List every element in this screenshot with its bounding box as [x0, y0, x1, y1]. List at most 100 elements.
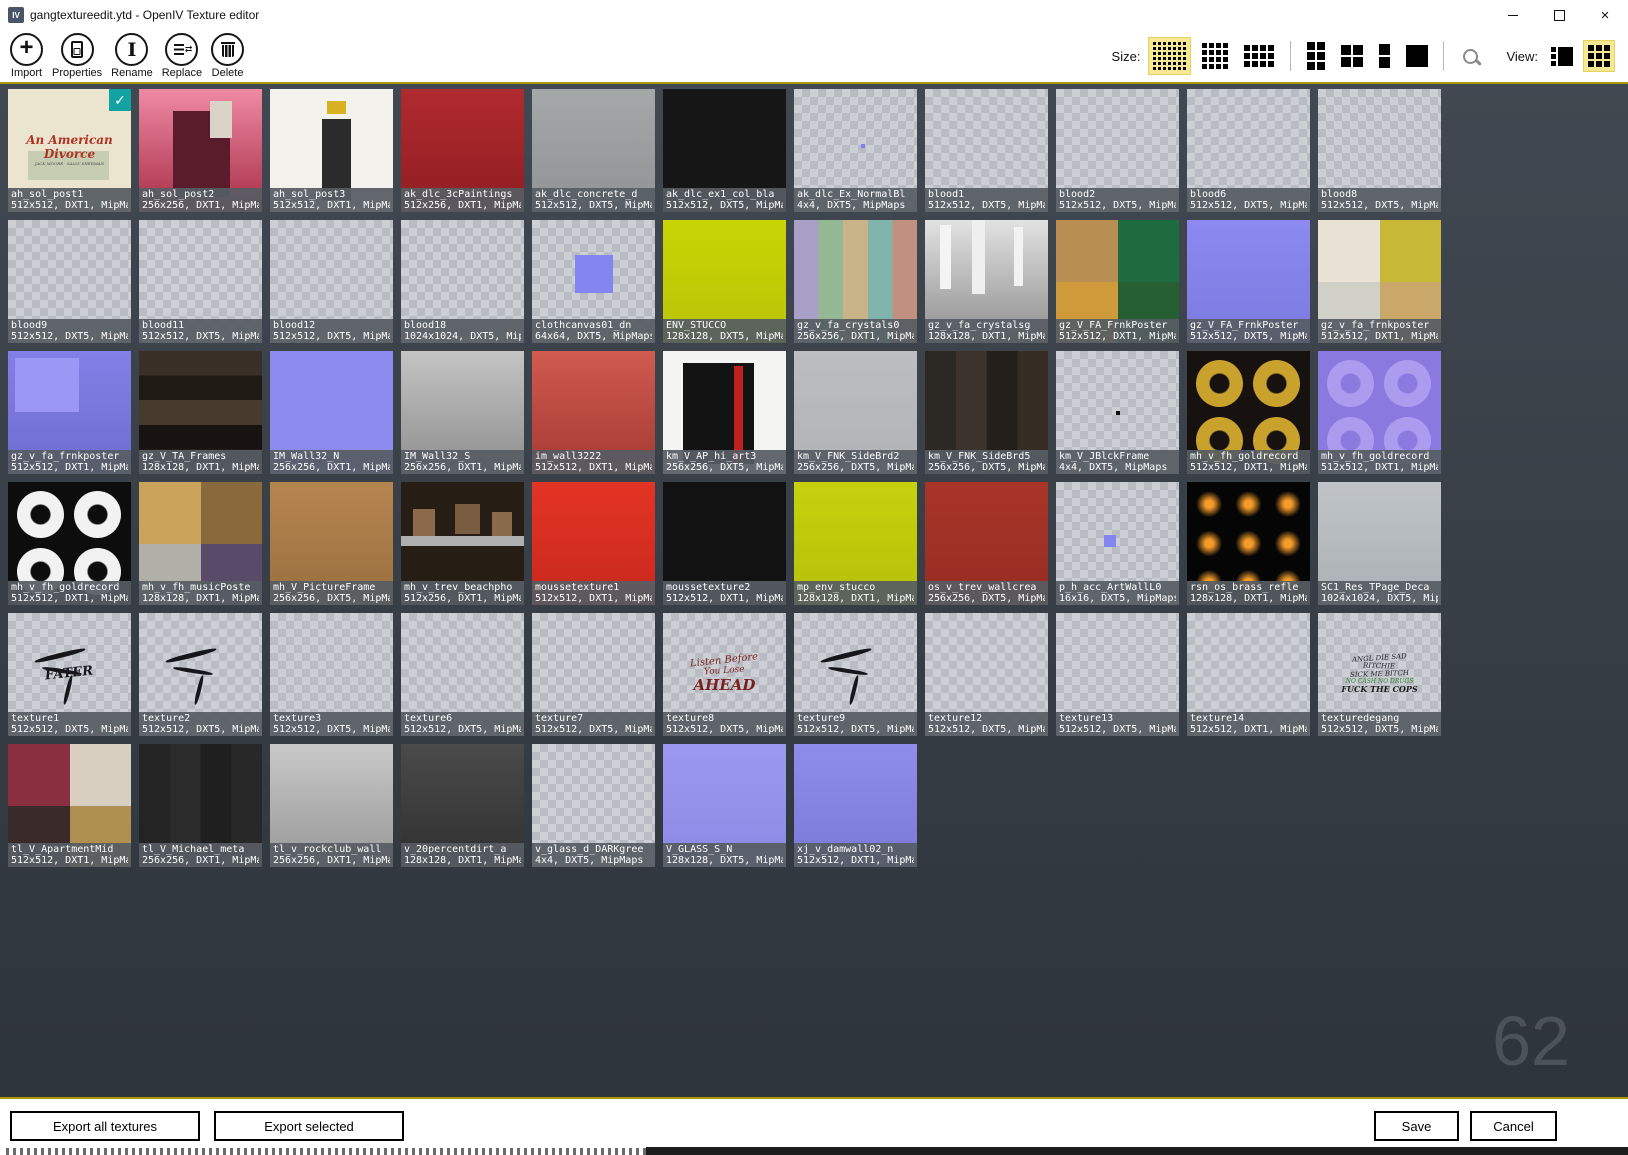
- size-large-option[interactable]: [1303, 38, 1329, 74]
- tile-caption: texturedegang512x512, DXT5, MipMaps: [1318, 712, 1441, 736]
- texture-tile[interactable]: texture9512x512, DXT5, MipMaps: [794, 613, 917, 736]
- texture-tile[interactable]: tl_v_rockclub_wall256x256, DXT1, MipMaps: [270, 744, 393, 867]
- texture-tile[interactable]: tl_V_ApartmentMid512x512, DXT1, MipMaps: [8, 744, 131, 867]
- texture-tile[interactable]: texture6512x512, DXT5, MipMaps: [401, 613, 524, 736]
- rename-button[interactable]: IRename: [111, 33, 153, 79]
- texture-name: blood18: [404, 320, 521, 331]
- texture-tile[interactable]: mh_V_PictureFrame256x256, DXT5, MipMaps: [270, 482, 393, 605]
- texture-tile[interactable]: texture7512x512, DXT5, MipMaps: [532, 613, 655, 736]
- search-button[interactable]: [1457, 43, 1483, 69]
- texture-tile[interactable]: ak_dlc_ex1_col_bla512x512, DXT5, MipMaps: [663, 89, 786, 212]
- texture-tile[interactable]: ah_sol_post3512x512, DXT1, MipMaps: [270, 89, 393, 212]
- texture-tile[interactable]: os_v_trev_wallcrea256x256, DXT5, MipMaps: [925, 482, 1048, 605]
- delete-button[interactable]: Delete: [211, 33, 244, 79]
- status-text-ticks: [6, 1148, 646, 1155]
- texture-tile[interactable]: p_h_acc_ArtWallL016x16, DXT5, MipMaps: [1056, 482, 1179, 605]
- texture-tile[interactable]: IM_Wall32_N256x256, DXT1, MipMaps: [270, 351, 393, 474]
- texture-tile[interactable]: blood181024x1024, DXT5, MipMaps: [401, 220, 524, 343]
- tile-caption: mh_v_fh_goldrecord512x512, DXT1, MipMaps: [8, 581, 131, 605]
- tile-caption: moussetexture2512x512, DXT1, MipMaps: [663, 581, 786, 605]
- texture-tile[interactable]: texture3512x512, DXT5, MipMaps: [270, 613, 393, 736]
- properties-icon: [61, 33, 94, 66]
- texture-tile[interactable]: ANGL DIE SADRITCHIESICK ME BITCHNO CASH …: [1318, 613, 1441, 736]
- view-details-button[interactable]: [1547, 43, 1577, 70]
- texture-tile[interactable]: Listen BeforeYou LoseAHEADtexture8512x51…: [663, 613, 786, 736]
- size-full-option[interactable]: [1402, 41, 1432, 71]
- close-button[interactable]: ×: [1582, 0, 1628, 30]
- texture-tile[interactable]: moussetexture2512x512, DXT1, MipMaps: [663, 482, 786, 605]
- tile-caption: moussetexture1512x512, DXT1, MipMaps: [532, 581, 655, 605]
- texture-tile[interactable]: blood1512x512, DXT5, MipMaps: [925, 89, 1048, 212]
- texture-tile[interactable]: gz_v_fa_crystalsg128x128, DXT1, MipMaps: [925, 220, 1048, 343]
- texture-tile[interactable]: km_V_JBlckFrame4x4, DXT5, MipMaps: [1056, 351, 1179, 474]
- texture-format: 128x128, DXT1, MipMaps: [928, 331, 1045, 342]
- view-thumbnails-button[interactable]: [1584, 41, 1614, 71]
- texture-tile[interactable]: gz_V_TA_Frames128x128, DXT1, MipMaps: [139, 351, 262, 474]
- texture-tile[interactable]: km_V_AP_hi_art3256x256, DXT5, MipMaps: [663, 351, 786, 474]
- texture-tile[interactable]: An AmericanDivorceJACK MOORE · SALLY SHE…: [8, 89, 131, 212]
- size-tiny-option[interactable]: [1149, 38, 1190, 74]
- tile-caption: blood2512x512, DXT5, MipMaps: [1056, 188, 1179, 212]
- texture-tile[interactable]: blood8512x512, DXT5, MipMaps: [1318, 89, 1441, 212]
- minimize-button[interactable]: [1490, 0, 1536, 30]
- texture-tile[interactable]: texture2512x512, DXT5, MipMaps: [139, 613, 262, 736]
- texture-tile[interactable]: gz_v_fa_frnkposter512x512, DXT1, MipMaps: [8, 351, 131, 474]
- texture-tile[interactable]: blood6512x512, DXT5, MipMaps: [1187, 89, 1310, 212]
- size-xlarge-option[interactable]: [1337, 41, 1367, 71]
- texture-tile[interactable]: gz_v_fa_frnkposter512x512, DXT1, MipMaps: [1318, 220, 1441, 343]
- texture-tile[interactable]: SC1_Res_TPage_Deca1024x1024, DXT5, MipMa…: [1318, 482, 1441, 605]
- texture-tile[interactable]: V_GLASS_S_N128x128, DXT5, MipMaps: [663, 744, 786, 867]
- export-selected-button[interactable]: Export selected: [214, 1111, 404, 1141]
- texture-tile[interactable]: gz_V_FA_FrnkPoster512x512, DXT5, MipMaps: [1187, 220, 1310, 343]
- texture-tile[interactable]: clothcanvas01_dn64x64, DXT5, MipMaps: [532, 220, 655, 343]
- texture-tile[interactable]: blood9512x512, DXT5, MipMaps: [8, 220, 131, 343]
- texture-tile[interactable]: im_wall3222512x512, DXT1, MipMaps: [532, 351, 655, 474]
- texture-tile[interactable]: blood2512x512, DXT5, MipMaps: [1056, 89, 1179, 212]
- tile-caption: gz_V_FA_FrnkPoster512x512, DXT1, MipMaps: [1056, 319, 1179, 343]
- texture-tile[interactable]: IM_Wall32_S256x256, DXT1, MipMaps: [401, 351, 524, 474]
- texture-tile[interactable]: FATERtexture1512x512, DXT5, MipMaps: [8, 613, 131, 736]
- size-medium-option[interactable]: [1240, 41, 1278, 71]
- texture-tile[interactable]: mh_v_fh_goldrecord512x512, DXT1, MipMaps: [1318, 351, 1441, 474]
- texture-format: 4x4, DXT5, MipMaps: [797, 200, 914, 211]
- texture-tile[interactable]: gz_V_FA_FrnkPoster512x512, DXT1, MipMaps: [1056, 220, 1179, 343]
- texture-tile[interactable]: blood12512x512, DXT5, MipMaps: [270, 220, 393, 343]
- cancel-button[interactable]: Cancel: [1470, 1111, 1557, 1141]
- texture-tile[interactable]: blood11512x512, DXT5, MipMaps: [139, 220, 262, 343]
- texture-name: texture7: [535, 713, 652, 724]
- texture-tile[interactable]: mh_v_fh_goldrecord512x512, DXT1, MipMaps: [8, 482, 131, 605]
- texture-name: ah_sol_post2: [142, 189, 259, 200]
- texture-tile[interactable]: texture12512x512, DXT5, MipMaps: [925, 613, 1048, 736]
- tile-caption: ak_dlc_3cPaintings512x256, DXT1, MipMaps: [401, 188, 524, 212]
- texture-format: 512x512, DXT1, MipMaps: [11, 855, 128, 866]
- texture-tile[interactable]: texture13512x512, DXT5, MipMaps: [1056, 613, 1179, 736]
- size-small-option[interactable]: [1198, 39, 1232, 73]
- import-button[interactable]: +Import: [10, 33, 43, 79]
- texture-tile[interactable]: mh_v_fh_goldrecord512x512, DXT1, MipMaps: [1187, 351, 1310, 474]
- export-all-textures-button[interactable]: Export all textures: [10, 1111, 200, 1141]
- texture-tile[interactable]: mh_v_fh_musicPoste128x128, DXT1, MipMaps: [139, 482, 262, 605]
- maximize-button[interactable]: [1536, 0, 1582, 30]
- texture-tile[interactable]: ak_dlc_Ex_NormalBl4x4, DXT5, MipMaps: [794, 89, 917, 212]
- texture-tile[interactable]: v_glass_d_DARKgree4x4, DXT5, MipMaps: [532, 744, 655, 867]
- texture-tile[interactable]: ak_dlc_3cPaintings512x256, DXT1, MipMaps: [401, 89, 524, 212]
- replace-button[interactable]: ⇄Replace: [162, 33, 202, 79]
- texture-tile[interactable]: mp_env_stucco128x128, DXT1, MipMaps: [794, 482, 917, 605]
- properties-button[interactable]: Properties: [52, 33, 102, 79]
- texture-tile[interactable]: km_V_FNK_SideBrd5256x256, DXT5, MipMaps: [925, 351, 1048, 474]
- texture-name: moussetexture2: [666, 582, 783, 593]
- texture-tile[interactable]: rsn_os_brass_refle128x128, DXT1, MipMaps: [1187, 482, 1310, 605]
- texture-tile[interactable]: mh_v_trev_beachpho512x256, DXT1, MipMaps: [401, 482, 524, 605]
- texture-tile[interactable]: texture14512x512, DXT1, MipMaps: [1187, 613, 1310, 736]
- texture-tile[interactable]: tl_V_Michael_meta256x256, DXT1, MipMaps: [139, 744, 262, 867]
- texture-tile[interactable]: xj_v_damwall02_n512x512, DXT1, MipMaps: [794, 744, 917, 867]
- texture-tile[interactable]: gz_v_fa_crystals0256x256, DXT1, MipMaps: [794, 220, 917, 343]
- texture-tile[interactable]: ak_dlc_concrete_d512x512, DXT5, MipMaps: [532, 89, 655, 212]
- texture-tile[interactable]: ah_sol_post2256x256, DXT1, MipMaps: [139, 89, 262, 212]
- size-xxlarge-option[interactable]: [1375, 40, 1394, 72]
- save-button[interactable]: Save: [1374, 1111, 1459, 1141]
- texture-tile[interactable]: km_V_FNK_SideBrd2256x256, DXT5, MipMaps: [794, 351, 917, 474]
- texture-tile[interactable]: ENV_STUCCO128x128, DXT5, MipMaps: [663, 220, 786, 343]
- texture-tile[interactable]: v_20percentdirt_a128x128, DXT1, MipMaps: [401, 744, 524, 867]
- texture-tile[interactable]: moussetexture1512x512, DXT1, MipMaps: [532, 482, 655, 605]
